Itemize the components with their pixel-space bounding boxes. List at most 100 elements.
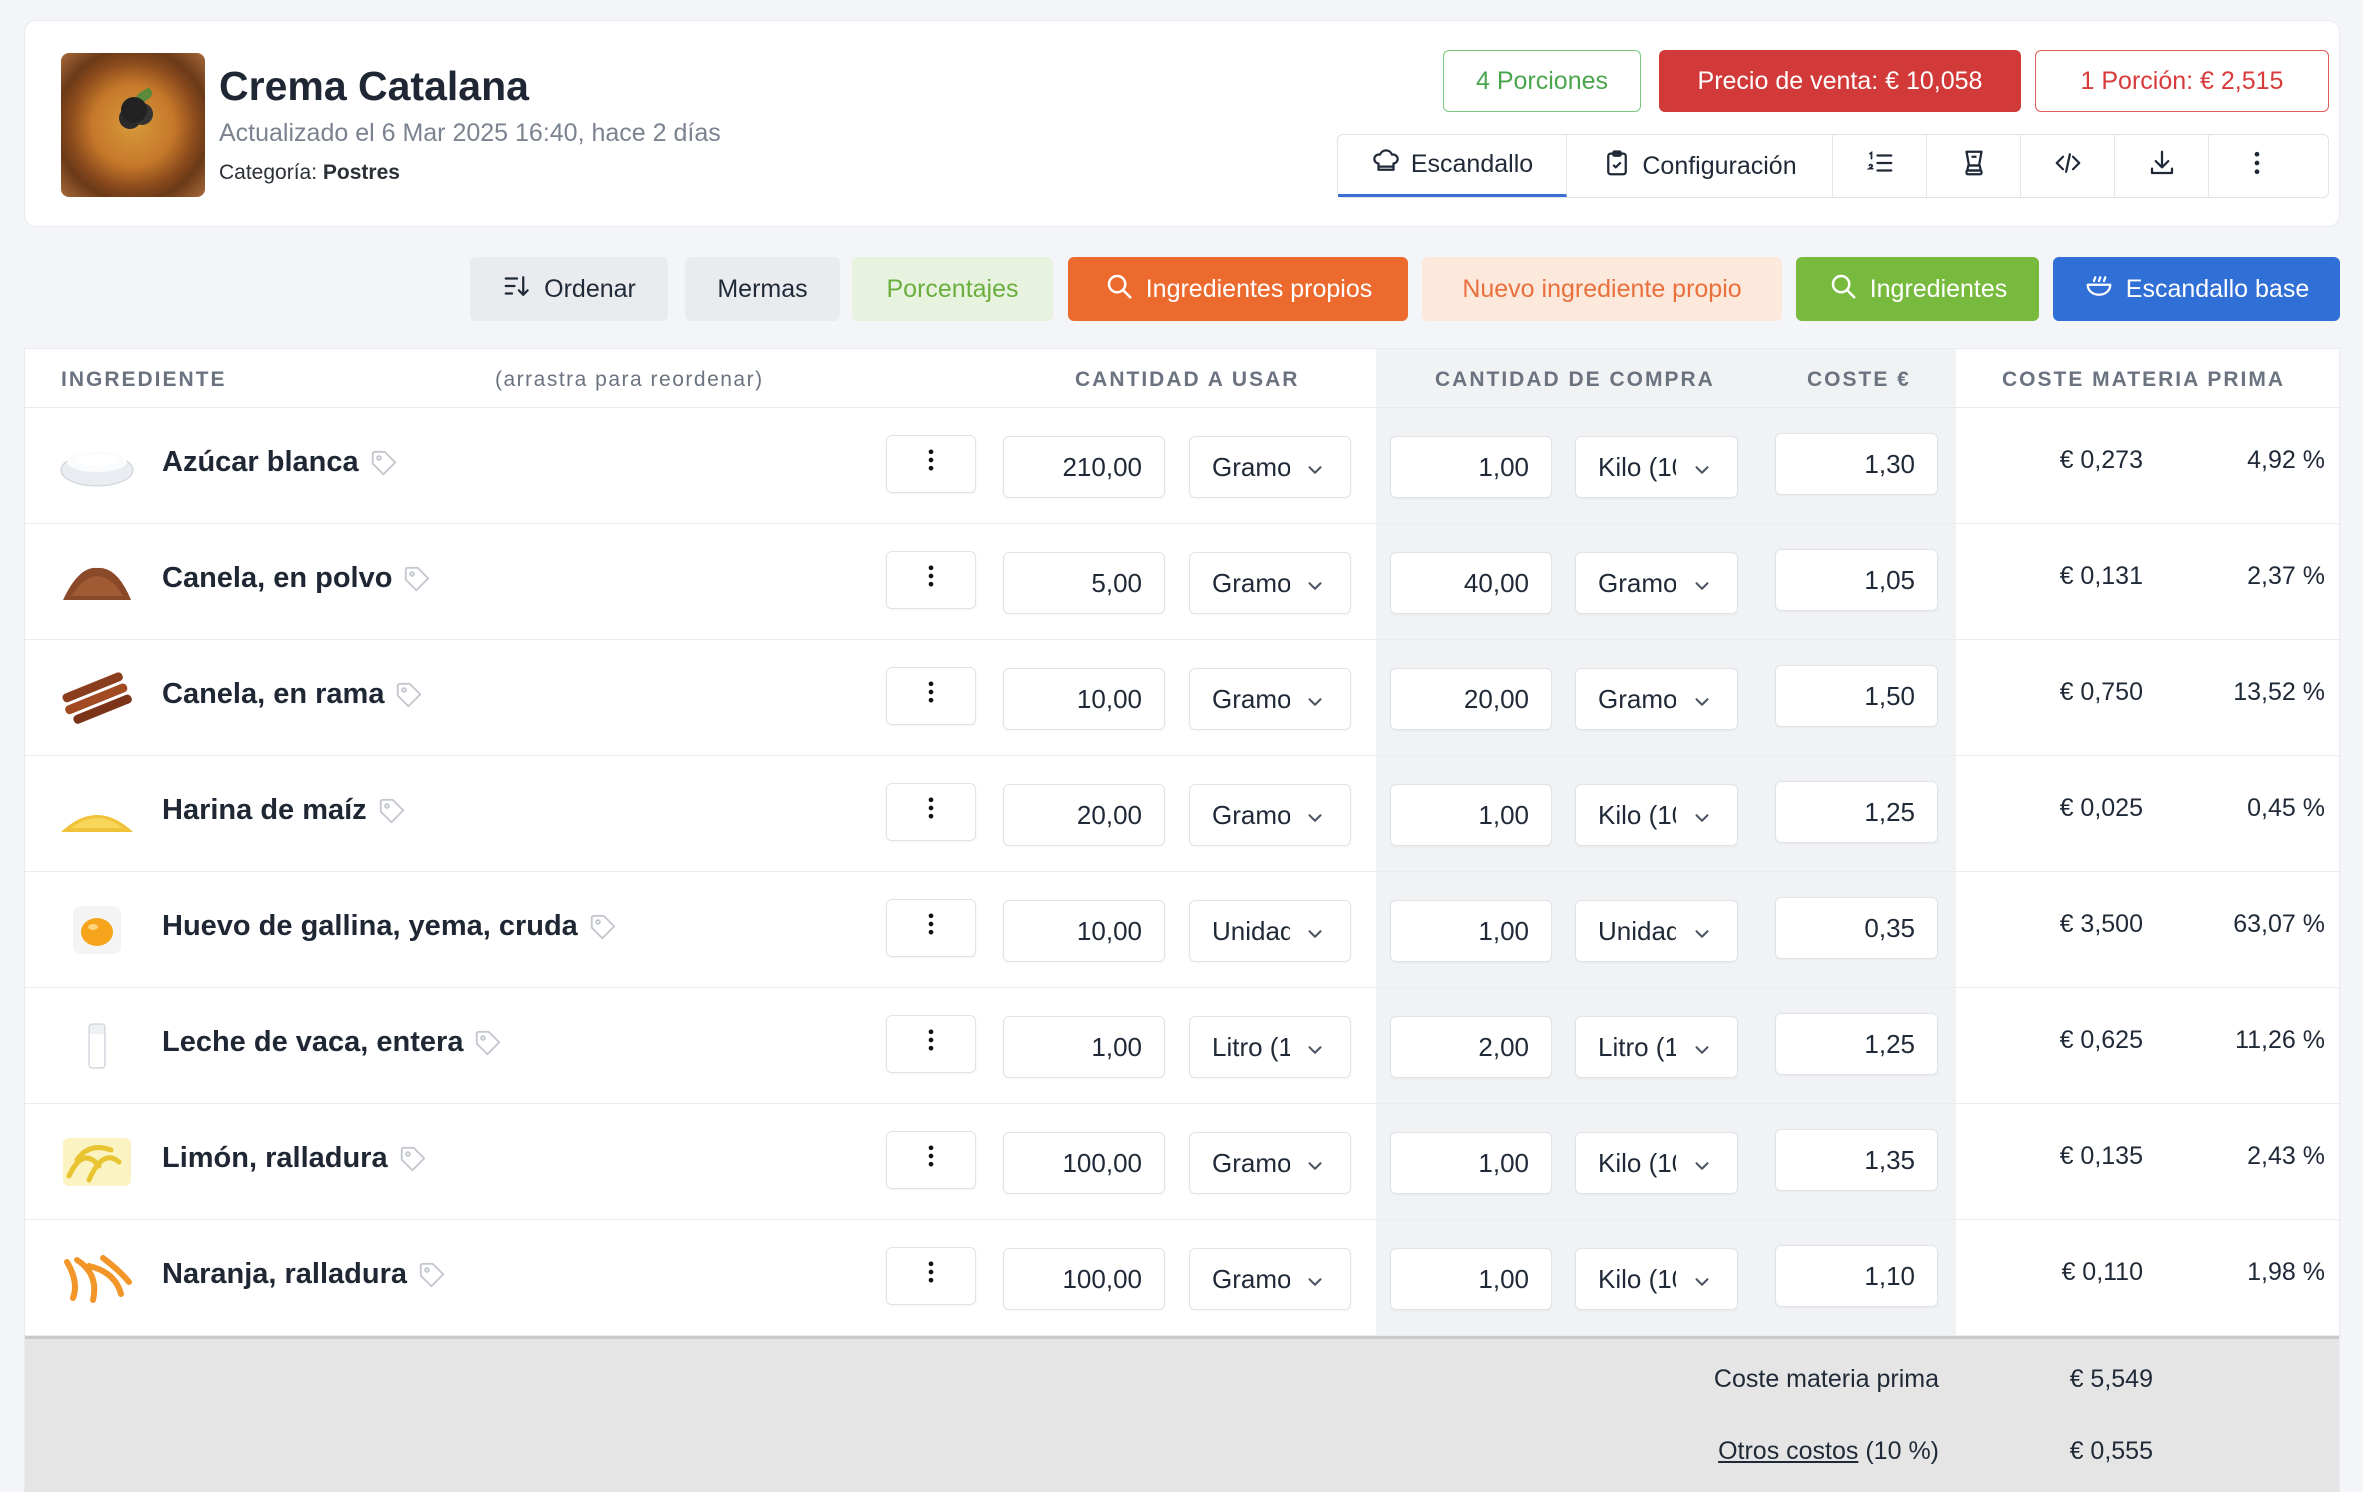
percentages-button[interactable]: Porcentajes	[852, 257, 1053, 321]
cost-input[interactable]: 1,25	[1775, 1013, 1938, 1075]
table-row[interactable]: Naranja, ralladura 100,00 Gramo 1,00 Kilo (1…	[25, 1220, 2339, 1336]
purchase-quantity-input[interactable]: 1,00	[1390, 436, 1552, 498]
row-menu-button[interactable]	[886, 1131, 976, 1189]
table-row[interactable]: Canela, en polvo 5,00 Gramo 40,00 Gramo 1,05 €…	[25, 524, 2339, 640]
unit-select-value: Gramo	[1212, 451, 1290, 482]
cost-input[interactable]: 1,35	[1775, 1129, 1938, 1191]
row-menu-button[interactable]	[886, 1015, 976, 1073]
tag-icon[interactable]	[588, 912, 618, 942]
table-row[interactable]: Harina de maíz 20,00 Gramo 1,00 Kilo (1000 g…	[25, 756, 2339, 872]
table-row[interactable]: Canela, en rama 10,00 Gramo 20,00 Gramo 1,50 €…	[25, 640, 2339, 756]
quantity-input[interactable]: 1,00	[1003, 1016, 1165, 1078]
cost-input[interactable]: 1,50	[1775, 665, 1938, 727]
purchase-unit-select[interactable]: Gramo	[1575, 668, 1738, 730]
table-row[interactable]: Huevo de gallina, yema, cruda 10,00 Unidad…	[25, 872, 2339, 988]
row-menu-button[interactable]	[886, 435, 976, 493]
tab-blender[interactable]	[1927, 135, 2021, 197]
bowl-icon	[2084, 271, 2114, 308]
purchase-quantity-input[interactable]: 2,00	[1390, 1016, 1552, 1078]
purchase-unit-select[interactable]: Kilo (1000 g)	[1575, 1132, 1738, 1194]
new-own-ingredient-button[interactable]: Nuevo ingrediente propio	[1422, 257, 1782, 321]
tag-icon[interactable]	[473, 1028, 503, 1058]
table-row[interactable]: Limón, ralladura 100,00 Gramo 1,00 Kilo (100…	[25, 1104, 2339, 1220]
cost-input[interactable]: 1,10	[1775, 1245, 1938, 1307]
ingredient-name-cell: Azúcar blanca	[162, 446, 399, 479]
unit-select[interactable]: Gramo	[1189, 436, 1351, 498]
ingredient-image	[59, 788, 135, 840]
mermas-button[interactable]: Mermas	[685, 257, 840, 321]
purchase-unit-select[interactable]: Kilo (1000 g)	[1575, 784, 1738, 846]
purchase-quantity-input[interactable]: 20,00	[1390, 668, 1552, 730]
row-menu-button[interactable]	[886, 551, 976, 609]
quantity-input[interactable]: 10,00	[1003, 668, 1165, 730]
row-menu-button[interactable]	[886, 783, 976, 841]
quantity-input[interactable]: 210,00	[1003, 436, 1165, 498]
unit-select[interactable]: Gramo	[1189, 784, 1351, 846]
purchase-unit-select[interactable]: Kilo (1000 g)	[1575, 436, 1738, 498]
code-icon	[2053, 148, 2083, 185]
tab-configuracion[interactable]: Configuración	[1567, 135, 1833, 197]
tab-download[interactable]	[2115, 135, 2209, 197]
sale-price-button[interactable]: Precio de venta: € 10,058	[1659, 50, 2021, 112]
totals-footer: Coste materia prima € 5,549 Otros costos…	[25, 1336, 2339, 1492]
ingredient-name-cell: Harina de maíz	[162, 794, 407, 827]
cost-input[interactable]: 1,05	[1775, 549, 1938, 611]
ingredient-name-cell: Canela, en rama	[162, 678, 424, 711]
tag-icon[interactable]	[402, 564, 432, 594]
unit-select[interactable]: Gramo	[1189, 1132, 1351, 1194]
purchase-quantity-input[interactable]: 40,00	[1390, 552, 1552, 614]
unit-select[interactable]: Gramo	[1189, 668, 1351, 730]
tab-steps[interactable]	[1833, 135, 1927, 197]
purchase-unit-select[interactable]: Gramo	[1575, 552, 1738, 614]
chevron-down-icon	[1304, 805, 1326, 827]
purchase-unit-select[interactable]: Unidad	[1575, 900, 1738, 962]
tag-icon[interactable]	[369, 448, 399, 478]
table-row[interactable]: Leche de vaca, entera 1,00 Litro (1000 ml)…	[25, 988, 2339, 1104]
quantity-input[interactable]: 20,00	[1003, 784, 1165, 846]
tab-escandallo[interactable]: Escandallo	[1338, 135, 1567, 197]
tag-icon[interactable]	[398, 1144, 428, 1174]
chevron-down-icon	[1691, 805, 1713, 827]
purchase-unit-select[interactable]: Litro (1000 ml)	[1575, 1016, 1738, 1078]
unit-select[interactable]: Gramo	[1189, 552, 1351, 614]
cost-input[interactable]: 1,25	[1775, 781, 1938, 843]
other-costs-percent: (10 %)	[1865, 1437, 1939, 1465]
own-ingredients-button[interactable]: Ingredientes propios	[1068, 257, 1408, 321]
purchase-quantity-input[interactable]: 1,00	[1390, 1248, 1552, 1310]
purchase-quantity-input[interactable]: 1,00	[1390, 1132, 1552, 1194]
quantity-input[interactable]: 100,00	[1003, 1248, 1165, 1310]
unit-select[interactable]: Litro (1000 ml)	[1189, 1016, 1351, 1078]
order-button[interactable]: Ordenar	[470, 257, 668, 321]
base-escandallo-label: Escandallo base	[2125, 274, 2310, 303]
purchase-quantity-input[interactable]: 1,00	[1390, 900, 1552, 962]
portions-button[interactable]: 4 Porciones	[1443, 50, 1641, 112]
portion-price-button[interactable]: 1 Porción: € 2,515	[2035, 50, 2329, 112]
quantity-input[interactable]: 5,00	[1003, 552, 1165, 614]
unit-select[interactable]: Unidad	[1189, 900, 1351, 962]
other-costs-link[interactable]: Otros costos	[1718, 1437, 1858, 1465]
cost-input[interactable]: 1,30	[1775, 433, 1938, 495]
tab-code[interactable]	[2021, 135, 2115, 197]
row-menu-button[interactable]	[886, 1247, 976, 1305]
chevron-down-icon	[1691, 1037, 1713, 1059]
category: Categoría: Postres	[219, 161, 400, 185]
unit-select[interactable]: Gramo	[1189, 1248, 1351, 1310]
tab-more[interactable]	[2209, 135, 2304, 197]
quantity-input[interactable]: 100,00	[1003, 1132, 1165, 1194]
purchase-unit-select[interactable]: Kilo (1000 g)	[1575, 1248, 1738, 1310]
base-escandallo-button[interactable]: Escandallo base	[2053, 257, 2340, 321]
row-menu-button[interactable]	[886, 899, 976, 957]
tag-icon[interactable]	[417, 1260, 447, 1290]
quantity-input[interactable]: 10,00	[1003, 900, 1165, 962]
ingredients-button[interactable]: Ingredientes	[1796, 257, 2039, 321]
cost-input[interactable]: 0,35	[1775, 897, 1938, 959]
tag-icon[interactable]	[394, 680, 424, 710]
purchase-quantity-input[interactable]: 1,00	[1390, 784, 1552, 846]
chevron-down-icon	[1691, 689, 1713, 711]
unit-select-value: Gramo	[1212, 1147, 1290, 1178]
tag-icon[interactable]	[377, 796, 407, 826]
row-menu-button[interactable]	[886, 667, 976, 725]
ingredient-image	[59, 556, 135, 608]
table-row[interactable]: Azúcar blanca 210,00 Gramo 1,00 Kilo (1000 g…	[25, 408, 2339, 524]
ingredient-name: Naranja, ralladura	[162, 1258, 407, 1290]
